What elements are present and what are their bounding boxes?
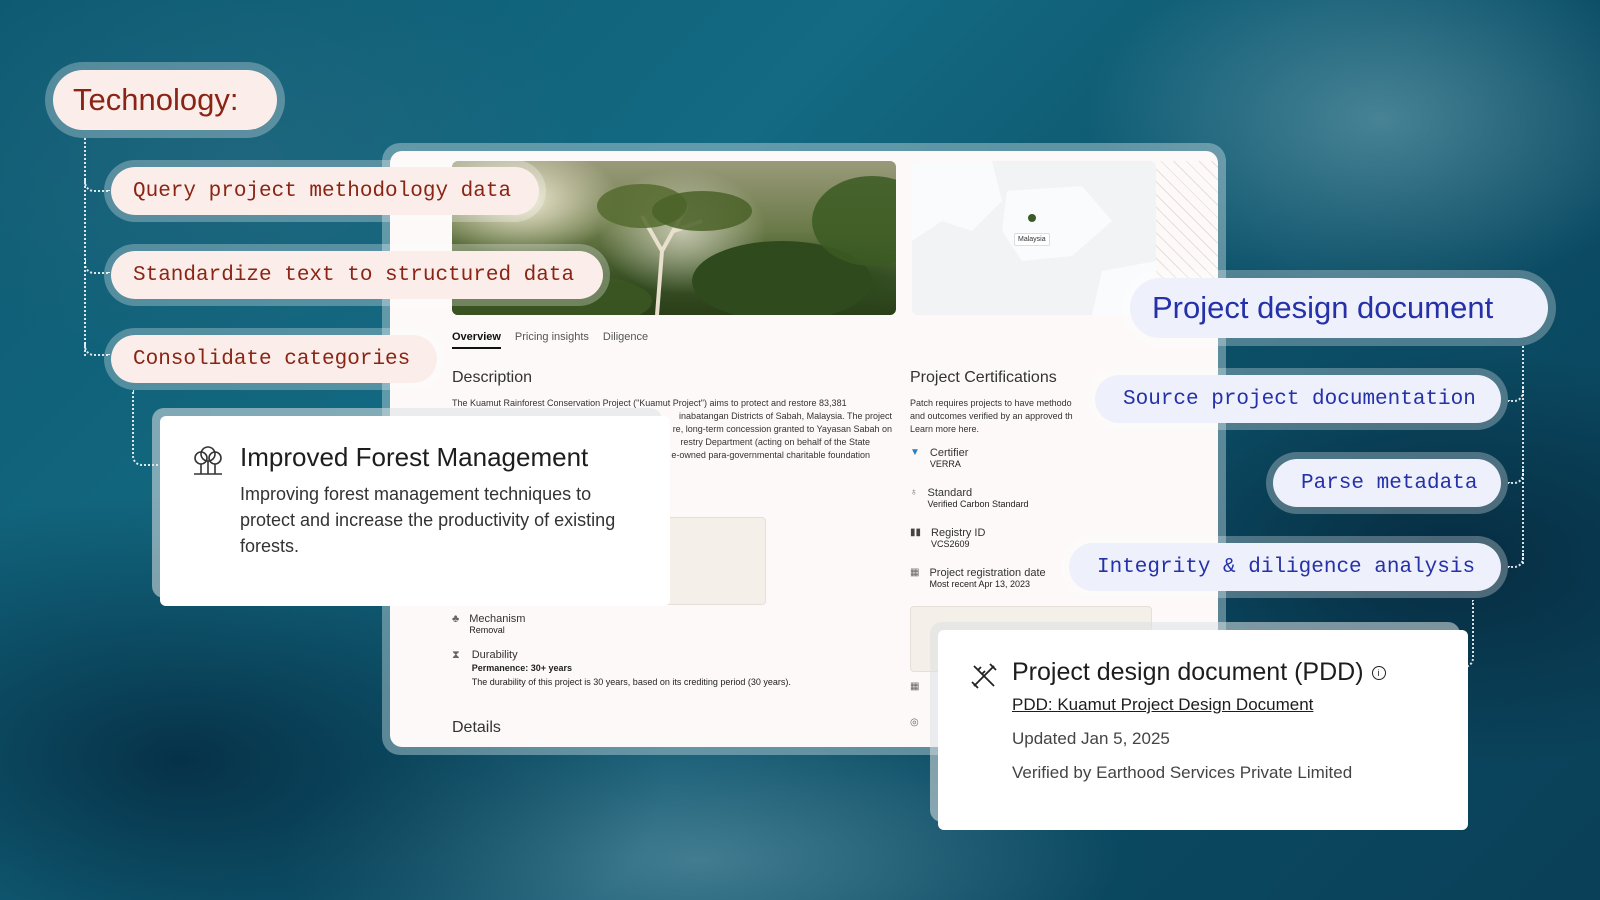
step-standardize-text: Standardize text to structured data bbox=[111, 251, 603, 299]
certifications-title: Project Certifications bbox=[910, 369, 1057, 386]
ifm-body: Improving forest management techniques t… bbox=[240, 484, 616, 556]
durability-row: ⧗ Durability Permanence: 30+ years The d… bbox=[452, 649, 791, 687]
tab-overview[interactable]: Overview bbox=[452, 331, 501, 349]
step-integrity-analysis: Integrity & diligence analysis bbox=[1069, 543, 1501, 591]
ifm-card: Improved Forest Management Improving for… bbox=[160, 416, 670, 606]
ifm-title: Improved Forest Management bbox=[240, 442, 589, 472]
pdd-card-title: Project design document (PDD) bbox=[1012, 658, 1364, 686]
pdd-heading-frame: Project design document bbox=[1122, 270, 1556, 346]
cert-label: Project registration date bbox=[929, 567, 1046, 579]
cert-value: VERRA bbox=[929, 459, 961, 469]
step-source-frame: Source project documentation bbox=[1088, 368, 1508, 430]
cert-label: Standard bbox=[927, 487, 973, 499]
cert-row-registration: ▦ Project registration date Most recent A… bbox=[910, 567, 1046, 589]
pdd-verified-by: Verified by Earthood Services Private Li… bbox=[1012, 763, 1353, 782]
certifications-line: and outcomes verified by an approved th bbox=[910, 411, 1073, 421]
description-title: Description bbox=[452, 369, 533, 386]
technology-heading: Technology: bbox=[53, 70, 277, 130]
certifications-text: Patch requires projects to have methodo … bbox=[910, 397, 1110, 436]
pdd-card-frame: Project design document (PDD) i PDD: Kua… bbox=[930, 622, 1468, 830]
cert-value: Verified Carbon Standard bbox=[927, 499, 1029, 509]
compass-icon: ◎ bbox=[910, 717, 919, 728]
barcode-icon: ▮▮ bbox=[910, 527, 922, 538]
mechanism-row: ♣ Mechanism Removal bbox=[452, 613, 525, 635]
durability-value: Permanence: 30+ years bbox=[471, 663, 573, 673]
ifm-card-frame: Improved Forest Management Improving for… bbox=[152, 408, 670, 606]
left-connector-vertical bbox=[84, 138, 86, 356]
step-integrity-frame: Integrity & diligence analysis bbox=[1062, 536, 1508, 598]
cert-row-registry: ▮▮ Registry ID VCS2609 bbox=[910, 527, 985, 549]
hourglass-icon: ⧗ bbox=[452, 649, 460, 661]
cert-row-certifier: ▼ Certifier VERRA bbox=[910, 447, 968, 469]
mechanism-label: Mechanism bbox=[469, 613, 526, 625]
cert-value: VCS2609 bbox=[931, 539, 970, 549]
pdd-updated-date: Updated Jan 5, 2025 bbox=[1012, 729, 1170, 748]
cert-row-standard: ♁ Standard Verified Carbon Standard bbox=[910, 487, 1029, 509]
pdd-document-link[interactable]: PDD: Kuamut Project Design Document bbox=[1012, 695, 1386, 715]
step-consolidate-categories: Consolidate categories bbox=[111, 335, 437, 383]
step-standardize-frame: Standardize text to structured data bbox=[104, 244, 610, 306]
step-query-methodology: Query project methodology data bbox=[111, 167, 539, 215]
step-parse-metadata: Parse metadata bbox=[1273, 459, 1501, 507]
technology-heading-frame: Technology: bbox=[45, 62, 285, 138]
details-title: Details bbox=[452, 719, 501, 736]
durability-note: The durability of this project is 30 yea… bbox=[471, 677, 791, 687]
ribbon-icon: ♁ bbox=[910, 487, 918, 498]
step-query-frame: Query project methodology data bbox=[104, 160, 546, 222]
tab-pricing-insights[interactable]: Pricing insights bbox=[515, 331, 589, 349]
cert-value: Most recent Apr 13, 2023 bbox=[929, 579, 1031, 589]
right-connector-branch-3 bbox=[1508, 552, 1524, 568]
right-connector-vertical bbox=[1522, 346, 1524, 564]
cert-label: Registry ID bbox=[931, 527, 986, 539]
step-parse-frame: Parse metadata bbox=[1266, 452, 1508, 514]
project-tabs: Overview Pricing insights Diligence bbox=[452, 331, 648, 349]
cert-label: Certifier bbox=[929, 447, 969, 459]
location-map: Malaysia bbox=[912, 161, 1156, 315]
certifications-line: Patch requires projects to have methodo bbox=[910, 398, 1072, 408]
pdd-card: Project design document (PDD) i PDD: Kua… bbox=[938, 630, 1468, 830]
durability-label: Durability bbox=[471, 649, 518, 661]
mechanism-value: Removal bbox=[469, 625, 505, 635]
info-icon[interactable]: i bbox=[1371, 665, 1386, 680]
certifications-line: Learn more here. bbox=[910, 424, 980, 434]
step-source-documentation: Source project documentation bbox=[1095, 375, 1501, 423]
ruler-pencil-icon bbox=[971, 663, 997, 689]
step-consolidate-frame: Consolidate categories bbox=[104, 328, 444, 390]
tab-diligence[interactable]: Diligence bbox=[603, 331, 648, 349]
pdd-heading: Project design document bbox=[1130, 278, 1548, 338]
map-label-malaysia: Malaysia bbox=[1014, 233, 1050, 246]
calendar-icon: ▦ bbox=[910, 681, 920, 692]
certifier-icon: ▼ bbox=[910, 447, 920, 458]
trees-icon bbox=[194, 446, 222, 475]
calendar-icon: ▦ bbox=[910, 567, 920, 578]
tree-icon: ♣ bbox=[452, 613, 460, 625]
